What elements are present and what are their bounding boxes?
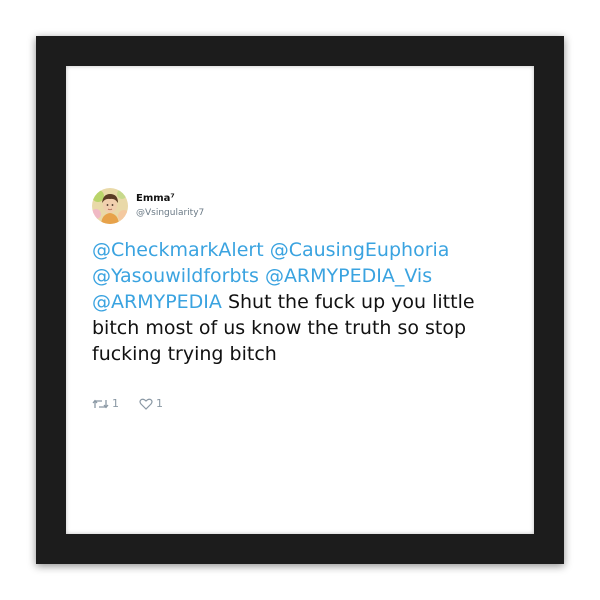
avatar-image [92,188,128,224]
retweet-icon [92,399,109,408]
mention-link[interactable]: @CausingEuphoria [270,239,450,261]
mention-link[interactable]: @ARMYPEDIA_Vis [265,265,432,287]
mention-link[interactable]: @Yasouwildforbts [92,265,259,287]
tweet-header: Emma⁷ @Vsingularity7 [92,186,512,226]
retweet-button[interactable]: 1 [92,397,119,410]
tweet-card: Emma⁷ @Vsingularity7 @CheckmarkAlert @Ca… [92,186,512,410]
mention-link[interactable]: @CheckmarkAlert [92,239,264,261]
user-handle[interactable]: @Vsingularity7 [136,206,204,220]
tweet-actions: 1 1 [92,397,512,410]
tweet-text: @CheckmarkAlert @CausingEuphoria @Yasouw… [92,237,502,367]
avatar[interactable] [92,188,128,224]
retweet-count: 1 [112,397,119,410]
mention-link[interactable]: @ARMYPEDIA [92,291,222,313]
heart-icon [139,398,153,410]
tweet-author: Emma⁷ @Vsingularity7 [136,192,204,220]
like-count: 1 [156,397,163,410]
display-name[interactable]: Emma⁷ [136,192,204,206]
like-button[interactable]: 1 [139,397,163,410]
